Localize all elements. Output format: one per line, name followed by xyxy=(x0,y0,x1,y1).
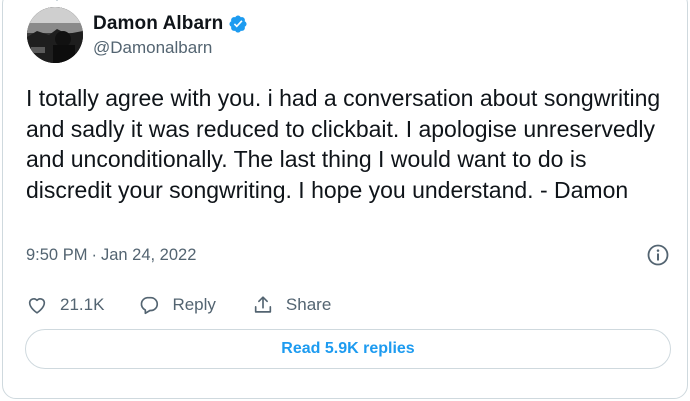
user-handle[interactable]: @Damonalbarn xyxy=(93,38,212,58)
verified-badge-icon xyxy=(228,14,248,34)
like-count: 21.1K xyxy=(60,295,105,314)
reply-label: Reply xyxy=(172,295,216,314)
tweet-actions: 21.1K Reply Share xyxy=(26,290,331,320)
tweet-meta: 9:50 PM · Jan 24, 2022 xyxy=(26,243,670,267)
avatar-photo xyxy=(27,7,83,63)
tweet-time[interactable]: 9:50 PM xyxy=(26,246,87,265)
thread-line xyxy=(56,0,58,1)
tweet-card: Damon Albarn @Damonalbarn I totally agre… xyxy=(2,0,688,399)
share-upload-icon xyxy=(254,296,272,313)
reply-button[interactable]: Reply xyxy=(138,294,216,316)
share-label: Share xyxy=(285,295,332,314)
heart-icon xyxy=(28,298,46,314)
tweet-date[interactable]: Jan 24, 2022 xyxy=(101,246,196,265)
read-replies-button[interactable]: Read 5.9K replies xyxy=(25,329,671,369)
like-button[interactable]: 21.1K xyxy=(26,294,104,316)
meta-separator: · xyxy=(91,245,97,264)
avatar[interactable] xyxy=(27,7,83,63)
info-icon[interactable] xyxy=(646,243,670,267)
tweet-text: I totally agree with you. i had a conver… xyxy=(26,85,661,203)
speech-bubble-icon xyxy=(141,296,159,315)
share-button[interactable]: Share xyxy=(252,294,331,316)
display-name[interactable]: Damon Albarn xyxy=(93,13,223,35)
